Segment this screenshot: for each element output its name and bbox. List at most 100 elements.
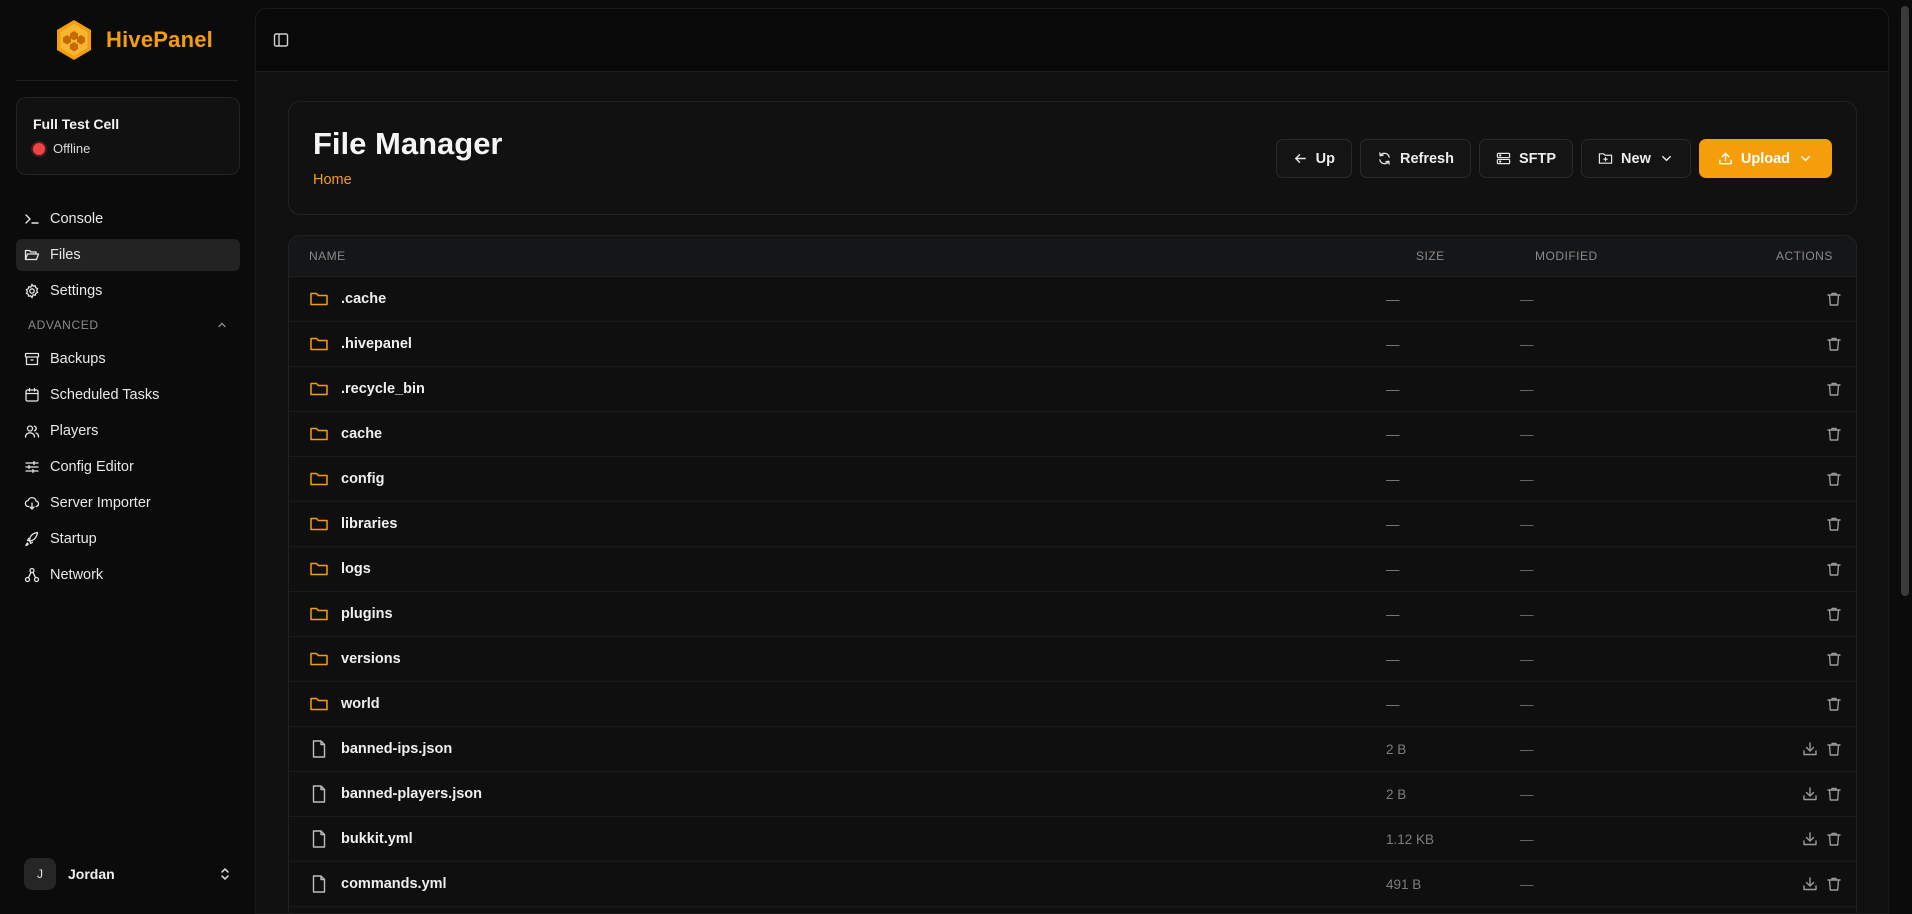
advanced-section-toggle[interactable]: ADVANCED: [16, 311, 240, 339]
brand[interactable]: HivePanel: [52, 16, 213, 64]
file-name[interactable]: cache: [341, 426, 382, 442]
file-name[interactable]: .hivepanel: [341, 336, 412, 352]
new-dropdown-button[interactable]: New: [1581, 139, 1691, 178]
file-modified: —: [1520, 787, 1534, 802]
sidebar-item-label: Players: [50, 423, 99, 439]
trash-icon[interactable]: [1826, 651, 1842, 667]
file-size: 2 B: [1386, 742, 1407, 757]
trash-icon[interactable]: [1826, 786, 1842, 802]
trash-icon[interactable]: [1826, 471, 1842, 487]
download-icon[interactable]: [1802, 876, 1818, 892]
download-icon[interactable]: [1802, 831, 1818, 847]
table-row[interactable]: cache — —: [289, 412, 1856, 457]
sidebar-toggle-icon[interactable]: [272, 31, 290, 49]
user-menu[interactable]: J Jordan: [16, 856, 240, 892]
file-name[interactable]: commands.yml: [341, 876, 447, 892]
table-row[interactable]: .recycle_bin — —: [289, 367, 1856, 412]
sidebar-item-players[interactable]: Players: [16, 415, 240, 447]
file-name[interactable]: .recycle_bin: [341, 381, 425, 397]
column-header-size[interactable]: SIZE: [1416, 249, 1445, 263]
sidebar-item-scheduled-tasks[interactable]: Scheduled Tasks: [16, 379, 240, 411]
sidebar-item-settings[interactable]: Settings: [16, 275, 240, 307]
trash-icon[interactable]: [1826, 741, 1842, 757]
file-size: —: [1386, 337, 1400, 352]
download-icon[interactable]: [1802, 786, 1818, 802]
user-name: Jordan: [68, 866, 115, 882]
file-name[interactable]: world: [341, 696, 380, 712]
file-size: —: [1386, 517, 1400, 532]
table-row[interactable]: plugins — —: [289, 592, 1856, 637]
scrollbar-thumb[interactable]: [1901, 6, 1909, 596]
folder-icon: [309, 649, 329, 669]
server-card[interactable]: Full Test Cell Offline: [16, 97, 240, 175]
file-name[interactable]: banned-players.json: [341, 786, 482, 802]
gear-icon: [25, 283, 39, 299]
refresh-button[interactable]: Refresh: [1359, 139, 1471, 178]
trash-icon[interactable]: [1826, 381, 1842, 397]
file-name[interactable]: bukkit.yml: [341, 831, 413, 847]
sidebar-item-server-importer[interactable]: Server Importer: [16, 487, 240, 519]
breadcrumb-home[interactable]: Home: [313, 172, 352, 188]
file-table: NAME SIZE MODIFIED ACTIONS .cache — — .hive…: [288, 235, 1857, 913]
up-button[interactable]: Up: [1275, 139, 1352, 178]
file-name[interactable]: config: [341, 471, 385, 487]
file-size: —: [1386, 472, 1400, 487]
sidebar: HivePanel Full Test Cell Offline Console…: [0, 0, 254, 914]
trash-icon[interactable]: [1826, 336, 1842, 352]
file-name[interactable]: plugins: [341, 606, 393, 622]
table-row[interactable]: world — —: [289, 682, 1856, 727]
table-row[interactable]: config — —: [289, 457, 1856, 502]
trash-icon[interactable]: [1826, 696, 1842, 712]
download-icon[interactable]: [1802, 741, 1818, 757]
status-dot-icon: [33, 142, 45, 155]
table-row[interactable]: banned-ips.json 2 B —: [289, 727, 1856, 772]
file-name[interactable]: libraries: [341, 516, 397, 532]
sidebar-item-console[interactable]: Console: [16, 203, 240, 235]
trash-icon[interactable]: [1826, 516, 1842, 532]
rocket-icon: [25, 531, 39, 547]
trash-icon[interactable]: [1826, 876, 1842, 892]
hive-logo-icon: [57, 20, 91, 60]
scrollbar[interactable]: [1899, 0, 1912, 914]
trash-icon[interactable]: [1826, 561, 1842, 577]
sftp-button[interactable]: SFTP: [1478, 139, 1574, 178]
file-size: —: [1386, 427, 1400, 442]
sidebar-item-startup[interactable]: Startup: [16, 523, 240, 555]
sidebar-item-label: Scheduled Tasks: [50, 387, 160, 403]
table-row[interactable]: .hivepanel — —: [289, 322, 1856, 367]
file-size: —: [1386, 562, 1400, 577]
archive-icon: [24, 352, 40, 366]
table-row[interactable]: versions — —: [289, 637, 1856, 682]
trash-icon[interactable]: [1826, 831, 1842, 847]
table-row[interactable]: bukkit.yml 1.12 KB —: [289, 817, 1856, 862]
file-modified: —: [1520, 472, 1534, 487]
server-status-label: Offline: [53, 141, 91, 156]
upload-button[interactable]: Upload: [1698, 139, 1832, 178]
file-modified: —: [1520, 742, 1534, 757]
table-row[interactable]: .cache — —: [289, 277, 1856, 322]
trash-icon[interactable]: [1826, 606, 1842, 622]
column-header-name[interactable]: NAME: [309, 249, 346, 263]
file-modified: —: [1520, 877, 1534, 892]
table-row[interactable]: logs — —: [289, 547, 1856, 592]
brand-name: HivePanel: [106, 27, 213, 52]
column-header-modified[interactable]: MODIFIED: [1535, 249, 1598, 263]
sidebar-item-network[interactable]: Network: [16, 559, 240, 591]
trash-icon[interactable]: [1826, 291, 1842, 307]
table-row[interactable]: libraries — —: [289, 502, 1856, 547]
divider: [16, 80, 238, 81]
sidebar-item-config-editor[interactable]: Config Editor: [16, 451, 240, 483]
file-name[interactable]: versions: [341, 651, 401, 667]
file-name[interactable]: banned-ips.json: [341, 741, 452, 757]
file-name[interactable]: .cache: [341, 291, 386, 307]
sidebar-item-label: Server Importer: [50, 495, 151, 511]
table-row[interactable]: banned-players.json 2 B —: [289, 772, 1856, 817]
sidebar-item-backups[interactable]: Backups: [16, 343, 240, 375]
sidebar-item-files[interactable]: Files: [16, 239, 240, 271]
table-row[interactable]: commands.yml 491 B —: [289, 862, 1856, 907]
trash-icon[interactable]: [1826, 426, 1842, 442]
upload-icon: [1719, 152, 1732, 165]
file-modified: —: [1520, 382, 1534, 397]
column-header-actions: ACTIONS: [1776, 249, 1833, 263]
file-name[interactable]: logs: [341, 561, 371, 577]
